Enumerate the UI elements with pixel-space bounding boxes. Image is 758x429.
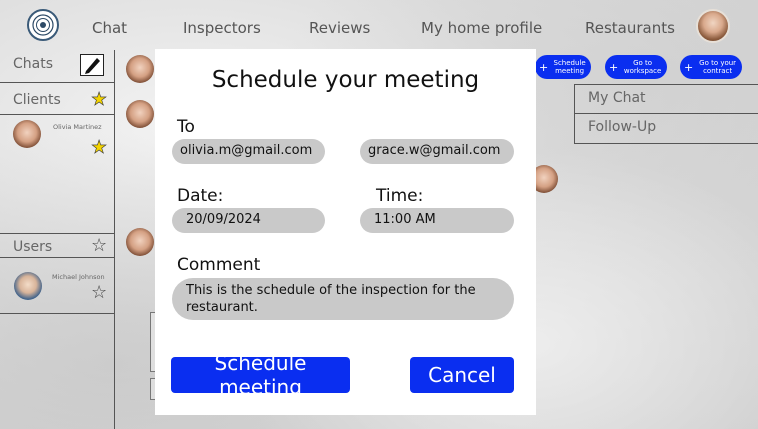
user-avatar[interactable] [14, 272, 42, 300]
nav-reviews[interactable]: Reviews [309, 19, 370, 37]
sidebar-chats-row[interactable]: Chats [0, 50, 115, 83]
go-to-workspace-button[interactable]: + Go to workspace [605, 55, 667, 79]
comment-label: Comment [177, 255, 261, 275]
go-to-contract-button[interactable]: + Go to your contract [680, 55, 742, 79]
chat-avatar[interactable] [126, 100, 154, 128]
recipient-secondary-field[interactable]: grace.w@gmail.com [360, 139, 514, 164]
nav-restaurants[interactable]: Restaurants [585, 19, 675, 37]
sidebar-chats-label: Chats [13, 56, 54, 72]
client-name[interactable]: Olivia Martinez [53, 123, 102, 131]
to-label: To [177, 117, 195, 137]
star-filled-icon[interactable]: ★ [91, 90, 108, 109]
nav-chat[interactable]: Chat [92, 19, 127, 37]
app-logo-icon[interactable] [27, 9, 59, 41]
time-label: Time: [376, 186, 424, 206]
chat-avatar[interactable] [126, 55, 154, 83]
modal-title: Schedule your meeting [211, 67, 480, 93]
sidebar-clients-row[interactable]: Clients ★ [0, 83, 115, 115]
date-label: Date: [177, 186, 224, 206]
sidebar-users-label: Users [13, 239, 53, 255]
right-panel-follow-up[interactable]: Follow-Up [575, 114, 758, 144]
sidebar-users-row[interactable]: Users ☆ [0, 234, 115, 258]
compose-icon[interactable] [80, 54, 104, 76]
sidebar-spacer [0, 150, 115, 234]
schedule-meeting-button[interactable]: Schedule meeting [171, 351, 350, 399]
sidebar-clients-label: Clients [13, 92, 61, 108]
cancel-button[interactable]: Cancel [410, 357, 514, 393]
nav-my-home-profile[interactable]: My home profile [421, 19, 542, 37]
schedule-meeting-action-button[interactable]: + Schedule meeting [535, 55, 591, 79]
user-name[interactable]: Michael Johnson [52, 273, 105, 281]
chat-avatar[interactable] [126, 228, 154, 256]
user-star-icon[interactable]: ☆ [91, 284, 107, 302]
date-field[interactable]: 20/09/2024 [172, 208, 325, 233]
comment-field[interactable]: This is the schedule of the inspection f… [172, 278, 514, 320]
sidebar-divider [0, 313, 115, 314]
plus-icon: + [609, 60, 619, 74]
star-empty-icon[interactable]: ☆ [91, 237, 107, 255]
profile-avatar[interactable] [696, 9, 730, 43]
sidebar: Chats Clients ★ Olivia Martinez ★ Users … [0, 50, 115, 429]
time-field[interactable]: 11:00 AM [360, 208, 514, 233]
top-nav: Chat Inspectors Reviews My home profile … [0, 0, 758, 50]
client-avatar[interactable] [13, 120, 41, 148]
right-panel-my-chat[interactable]: My Chat [575, 84, 758, 114]
plus-icon: + [684, 60, 694, 74]
schedule-meeting-modal: Schedule your meeting To olivia.m@gmail.… [155, 49, 536, 415]
nav-inspectors[interactable]: Inspectors [183, 19, 261, 37]
recipient-primary-field[interactable]: olivia.m@gmail.com [172, 139, 325, 164]
plus-icon: + [539, 60, 549, 74]
